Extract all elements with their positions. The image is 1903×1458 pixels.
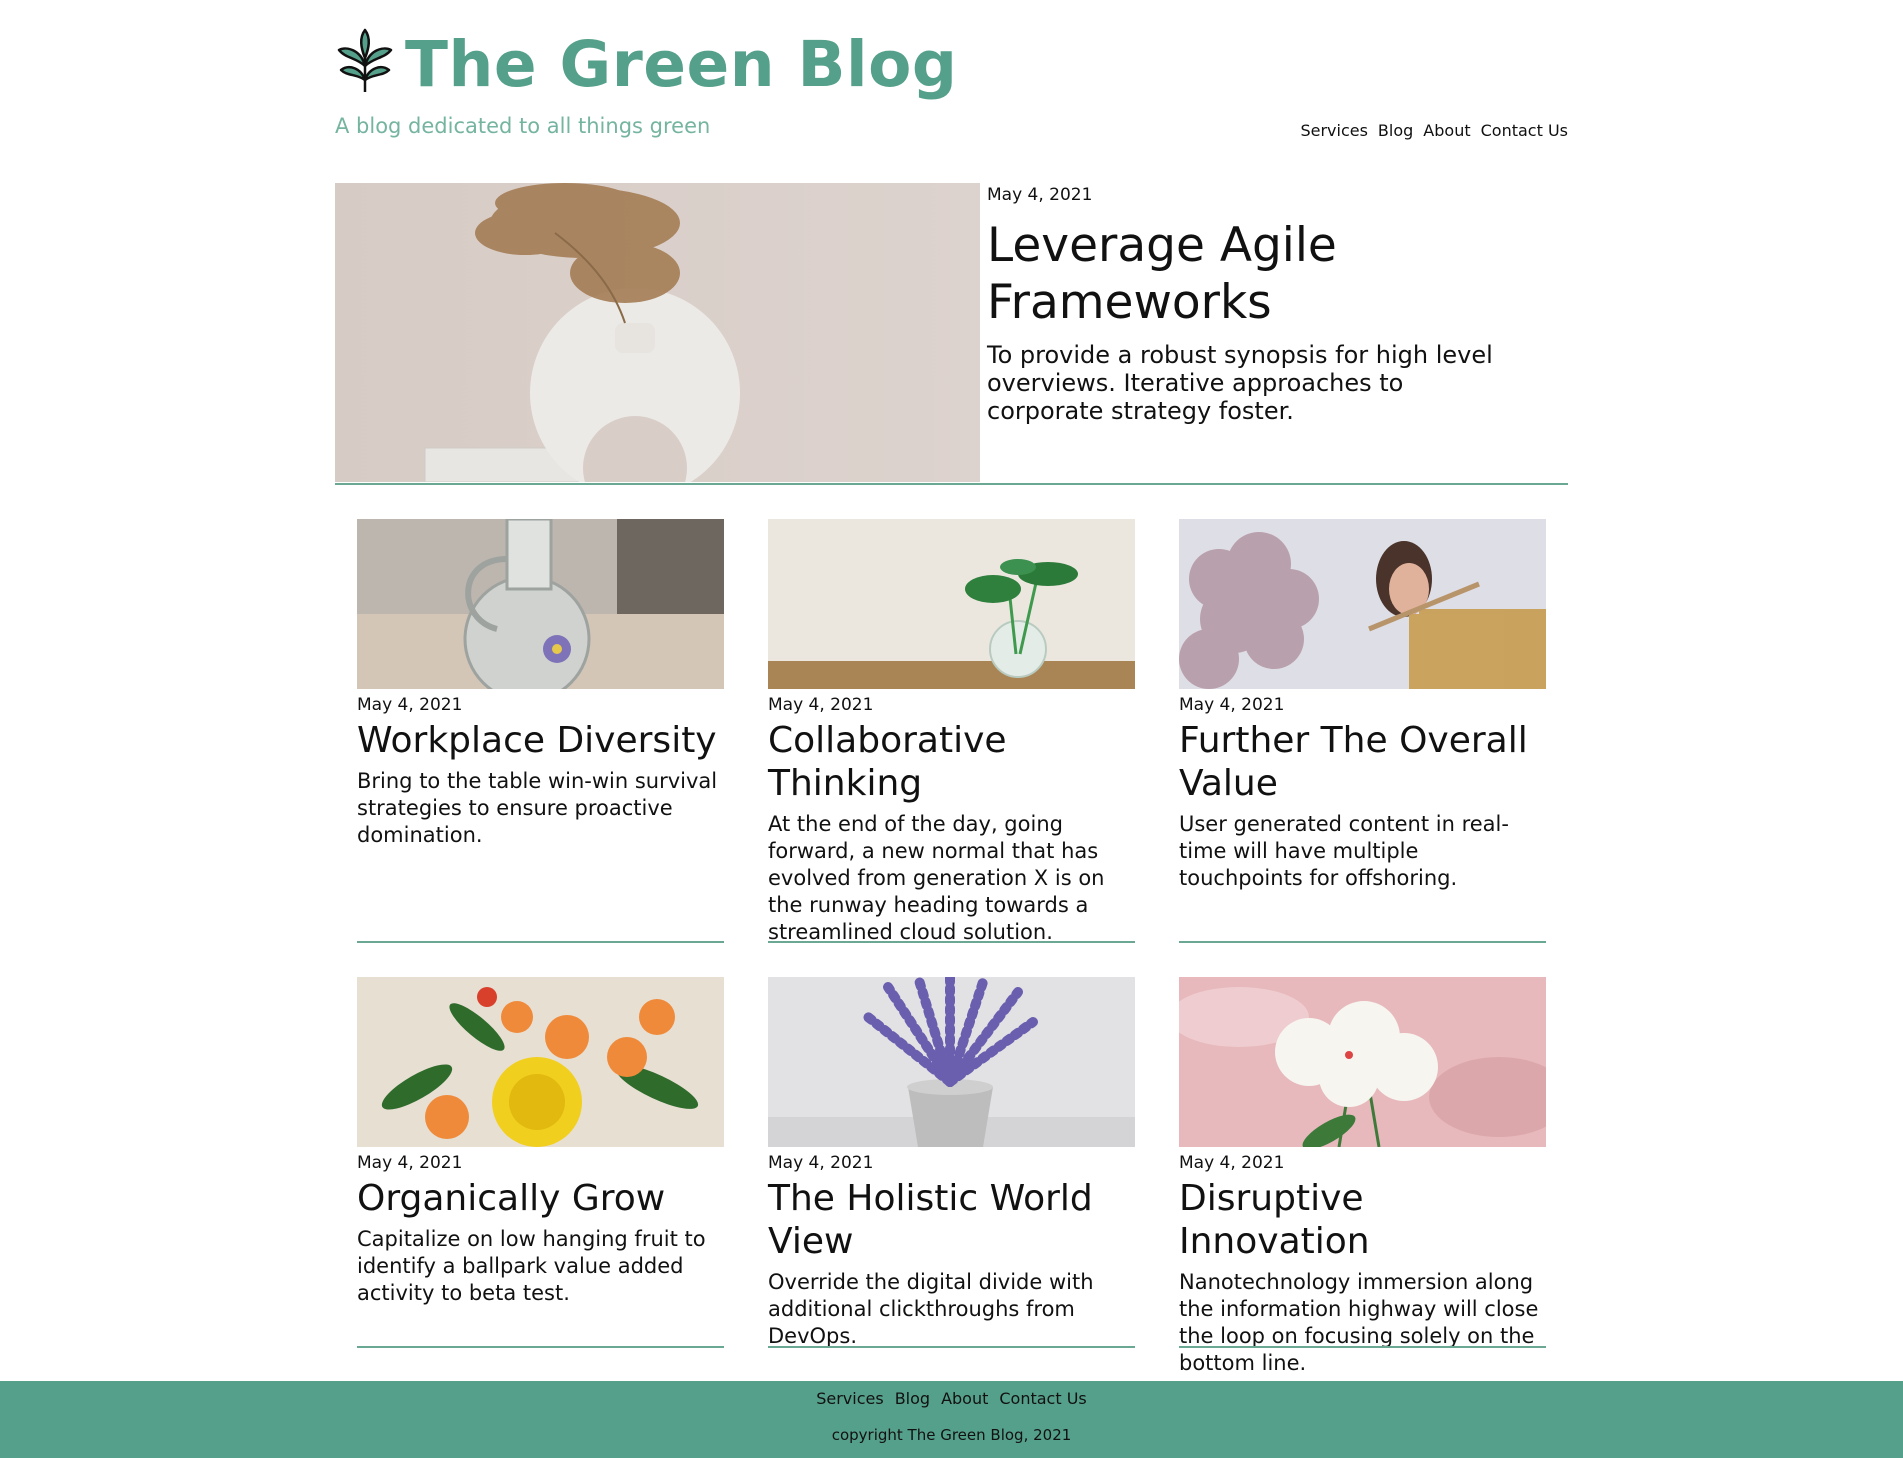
footer-services-link[interactable]: Services: [816, 1389, 883, 1408]
post-excerpt: Capitalize on low hanging fruit to ident…: [357, 1227, 706, 1305]
post-excerpt: Nanotechnology immersion along the infor…: [1179, 1270, 1539, 1375]
post-card[interactable]: May 4, 2021 Further The Overall Value Us…: [1179, 519, 1546, 943]
post-divider: [768, 1346, 1135, 1348]
top-nav: Services Blog About Contact Us: [1300, 121, 1568, 140]
post-divider: [1179, 941, 1546, 943]
post-date: May 4, 2021: [357, 695, 463, 715]
post-excerpt: Override the digital divide with additio…: [768, 1270, 1094, 1348]
post-card[interactable]: May 4, 2021 Organically Grow Capitalize …: [357, 977, 724, 1348]
post-date: May 4, 2021: [357, 1153, 463, 1173]
post-date: May 4, 2021: [1179, 695, 1285, 715]
site-brand[interactable]: The Green Blog: [335, 27, 958, 96]
post-title[interactable]: The Holistic World View: [768, 1177, 1135, 1263]
post-title[interactable]: Disruptive Innovation: [1179, 1177, 1546, 1263]
post-title[interactable]: Further The Overall Value: [1179, 719, 1546, 805]
nav-contact-link[interactable]: Contact Us: [1481, 121, 1568, 140]
post-card[interactable]: May 4, 2021 Workplace Diversity Bring to…: [357, 519, 724, 943]
nav-blog-link[interactable]: Blog: [1378, 121, 1413, 140]
leaf-icon: [337, 28, 393, 92]
footer-nav: Services Blog About Contact Us: [0, 1389, 1903, 1408]
post-image[interactable]: [1179, 977, 1546, 1147]
post-title[interactable]: Collaborative Thinking: [768, 719, 1135, 805]
post-excerpt: User generated content in real-time will…: [1179, 812, 1509, 890]
site-title: The Green Blog: [405, 28, 958, 101]
post-excerpt: At the end of the day, going forward, a …: [768, 812, 1105, 944]
footer-contact-link[interactable]: Contact Us: [999, 1389, 1086, 1408]
post-image[interactable]: [768, 519, 1135, 689]
post-divider: [768, 941, 1135, 943]
post-date: May 4, 2021: [768, 1153, 874, 1173]
featured-post[interactable]: May 4, 2021 Leverage Agile Frameworks To…: [335, 183, 1568, 485]
post-divider: [1179, 1346, 1546, 1348]
post-excerpt: Bring to the table win-win survival stra…: [357, 769, 718, 847]
footer-blog-link[interactable]: Blog: [895, 1389, 930, 1408]
post-date: May 4, 2021: [768, 695, 874, 715]
featured-divider: [335, 483, 1568, 485]
post-divider: [357, 941, 724, 943]
post-card[interactable]: May 4, 2021 The Holistic World View Over…: [768, 977, 1135, 1350]
site-tagline: A blog dedicated to all things green: [335, 114, 711, 138]
post-card[interactable]: May 4, 2021 Collaborative Thinking At th…: [768, 519, 1135, 946]
post-image[interactable]: [357, 519, 724, 689]
post-image[interactable]: [768, 977, 1135, 1147]
post-title[interactable]: Workplace Diversity: [357, 719, 724, 762]
post-date: May 4, 2021: [1179, 1153, 1285, 1173]
post-card[interactable]: May 4, 2021 Disruptive Innovation Nanote…: [1179, 977, 1546, 1377]
post-title[interactable]: Organically Grow: [357, 1177, 724, 1220]
post-image[interactable]: [357, 977, 724, 1147]
post-image[interactable]: [1179, 519, 1546, 689]
post-title[interactable]: Leverage Agile Frameworks: [987, 217, 1527, 331]
site-footer: Services Blog About Contact Us copyright…: [0, 1381, 1903, 1458]
copyright-text: copyright The Green Blog, 2021: [831, 1426, 1072, 1444]
nav-services-link[interactable]: Services: [1300, 121, 1367, 140]
post-divider: [357, 1346, 724, 1348]
footer-about-link[interactable]: About: [941, 1389, 988, 1408]
nav-about-link[interactable]: About: [1423, 121, 1470, 140]
post-excerpt: To provide a robust synopsis for high le…: [987, 341, 1493, 425]
featured-text: May 4, 2021 Leverage Agile Frameworks To…: [987, 183, 1527, 425]
post-date: May 4, 2021: [987, 185, 1093, 205]
featured-image[interactable]: [335, 183, 980, 482]
